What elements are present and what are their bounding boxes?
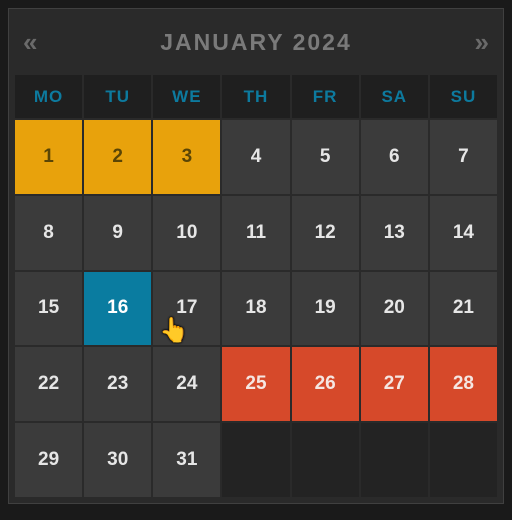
day-cell[interactable]: 26 — [292, 347, 359, 421]
dow-label: TU — [84, 75, 151, 118]
dow-label: SU — [430, 75, 497, 118]
day-cell[interactable]: 20 — [361, 272, 428, 346]
day-cell[interactable]: 15 — [15, 272, 82, 346]
day-cell[interactable]: 23 — [84, 347, 151, 421]
day-of-week-row: MOTUWETHFRSASU — [9, 75, 503, 118]
day-cell[interactable]: 2 — [84, 120, 151, 194]
day-cell[interactable]: 30 — [84, 423, 151, 497]
day-cell[interactable]: 27 — [361, 347, 428, 421]
day-cell[interactable]: 13 — [361, 196, 428, 270]
day-cell[interactable]: 4 — [222, 120, 289, 194]
day-cell-empty — [430, 423, 497, 497]
day-cell[interactable]: 7 — [430, 120, 497, 194]
day-cell[interactable]: 24 — [153, 347, 220, 421]
day-grid: 1234567891011121314151617181920212223242… — [9, 118, 503, 503]
month-title: JANUARY 2024 — [160, 29, 351, 56]
day-cell[interactable]: 12 — [292, 196, 359, 270]
day-cell[interactable]: 28 — [430, 347, 497, 421]
dow-label: SA — [361, 75, 428, 118]
day-cell[interactable]: 31 — [153, 423, 220, 497]
day-cell-empty — [292, 423, 359, 497]
day-cell[interactable]: 18 — [222, 272, 289, 346]
day-cell[interactable]: 8 — [15, 196, 82, 270]
calendar: « JANUARY 2024 » MOTUWETHFRSASU 12345678… — [8, 8, 504, 504]
dow-label: MO — [15, 75, 82, 118]
day-cell[interactable]: 5 — [292, 120, 359, 194]
day-cell[interactable]: 11 — [222, 196, 289, 270]
day-cell[interactable]: 19 — [292, 272, 359, 346]
day-cell[interactable]: 6 — [361, 120, 428, 194]
day-cell[interactable]: 25 — [222, 347, 289, 421]
calendar-header: « JANUARY 2024 » — [9, 9, 503, 75]
next-month-button[interactable]: » — [475, 29, 489, 55]
day-cell-empty — [361, 423, 428, 497]
day-cell[interactable]: 16 — [84, 272, 151, 346]
day-cell[interactable]: 3 — [153, 120, 220, 194]
day-cell[interactable]: 22 — [15, 347, 82, 421]
day-cell[interactable]: 17 — [153, 272, 220, 346]
day-cell[interactable]: 29 — [15, 423, 82, 497]
day-cell[interactable]: 10 — [153, 196, 220, 270]
day-cell-empty — [222, 423, 289, 497]
day-cell[interactable]: 9 — [84, 196, 151, 270]
dow-label: WE — [153, 75, 220, 118]
dow-label: TH — [222, 75, 289, 118]
prev-month-button[interactable]: « — [23, 29, 37, 55]
day-cell[interactable]: 1 — [15, 120, 82, 194]
day-cell[interactable]: 14 — [430, 196, 497, 270]
day-cell[interactable]: 21 — [430, 272, 497, 346]
dow-label: FR — [292, 75, 359, 118]
